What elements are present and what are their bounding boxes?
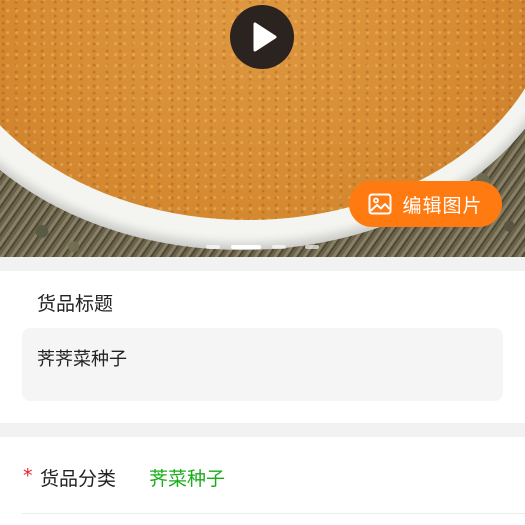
goods-title-input[interactable]: 荠荠菜种子: [22, 328, 503, 401]
goods-category-value[interactable]: 荠菜种子: [149, 464, 225, 491]
carousel-dot[interactable]: [305, 245, 319, 249]
title-card: 货品标题 荠荠菜种子: [0, 271, 525, 423]
carousel-dot-active[interactable]: [231, 245, 261, 249]
category-card[interactable]: * 货品分类 荠菜种子: [0, 437, 525, 525]
edit-image-button[interactable]: 编辑图片: [349, 181, 502, 227]
required-mark: *: [23, 465, 33, 487]
edit-image-label: 编辑图片: [402, 194, 483, 217]
play-video-button[interactable]: [230, 5, 294, 69]
play-icon: [253, 22, 277, 52]
carousel-dot[interactable]: [272, 245, 286, 249]
product-media-carousel[interactable]: 编辑图片: [0, 0, 525, 257]
goods-edit-page: 编辑图片 货品标题 荠荠菜种子 * 货品分类 荠菜种子: [0, 0, 525, 525]
goods-title-value: 荠荠菜种子: [37, 349, 127, 370]
goods-title-label: 货品标题: [37, 293, 114, 315]
carousel-indicator: [0, 243, 525, 251]
divider: [22, 513, 525, 514]
goods-category-label: 货品分类: [40, 468, 117, 490]
image-icon: [368, 193, 392, 215]
carousel-dot[interactable]: [206, 245, 220, 249]
